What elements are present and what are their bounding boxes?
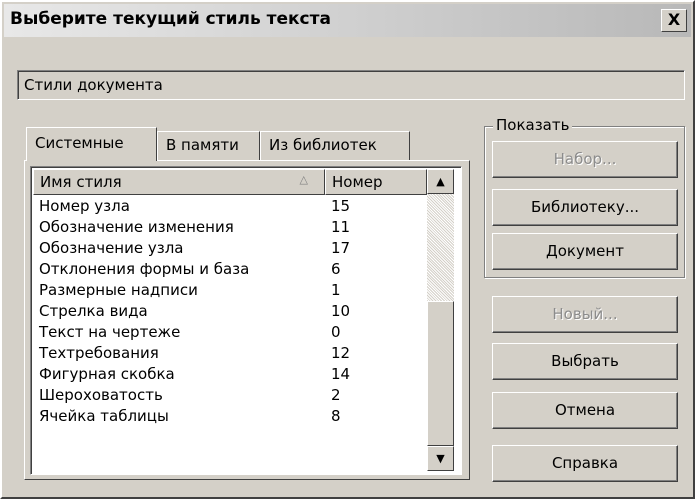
styles-list[interactable]: Имя стиля △ Номер Номер узла 15 Обозначе… <box>30 166 462 475</box>
show-group-legend: Показать <box>493 116 573 134</box>
column-header-style-name-label: Имя стиля <box>40 173 122 191</box>
style-name: Размерные надписи <box>39 281 198 299</box>
set-button[interactable]: Набор... <box>492 141 678 178</box>
select-button[interactable]: Выбрать <box>492 343 678 380</box>
tab-system[interactable]: Системные <box>26 127 157 161</box>
style-number: 0 <box>331 323 341 341</box>
list-item[interactable]: Отклонения формы и база 6 <box>33 260 428 281</box>
style-name: Стрелка вида <box>39 302 148 320</box>
tab-in-memory[interactable]: В памяти <box>157 131 260 160</box>
style-name: Фигурная скобка <box>39 365 175 383</box>
cancel-button[interactable]: Отмена <box>492 392 678 429</box>
dialog-title: Выберите текущий стиль текста <box>10 9 331 29</box>
style-number: 12 <box>331 344 351 362</box>
help-button[interactable]: Справка <box>492 445 678 482</box>
list-item[interactable]: Стрелка вида 10 <box>33 302 428 323</box>
list-item[interactable]: Ячейка таблицы 8 <box>33 407 428 428</box>
list-item[interactable]: Фигурная скобка 14 <box>33 365 428 386</box>
library-button[interactable]: Библиотеку... <box>492 189 678 226</box>
style-name: Обозначение узла <box>39 239 184 257</box>
tab-from-libraries[interactable]: Из библиотек <box>260 131 410 160</box>
style-number: 11 <box>331 218 351 236</box>
style-name: Номер узла <box>39 197 130 215</box>
style-number: 6 <box>331 260 341 278</box>
sort-ascending-icon: △ <box>299 173 308 186</box>
style-name: Обозначение изменения <box>39 218 234 236</box>
list-item[interactable]: Обозначение изменения 11 <box>33 218 428 239</box>
list-rows: Номер узла 15 Обозначение изменения 11 О… <box>33 197 428 428</box>
scrollbar-thumb[interactable] <box>427 301 454 446</box>
column-header-style-name[interactable]: Имя стиля △ <box>33 169 325 195</box>
scroll-up-arrow-icon[interactable]: ▲ <box>427 169 454 194</box>
style-source-field: Стили документа <box>17 70 685 100</box>
list-item[interactable]: Размерные надписи 1 <box>33 281 428 302</box>
document-button[interactable]: Документ <box>492 233 678 270</box>
list-item[interactable]: Техтребования 12 <box>33 344 428 365</box>
style-number: 10 <box>331 302 351 320</box>
style-name: Ячейка таблицы <box>39 407 169 425</box>
style-name: Отклонения формы и база <box>39 260 250 278</box>
style-name: Техтребования <box>39 344 159 362</box>
list-item[interactable]: Номер узла 15 <box>33 197 428 218</box>
style-number: 15 <box>331 197 351 215</box>
style-number: 8 <box>331 407 341 425</box>
style-number: 2 <box>331 386 341 404</box>
style-number: 1 <box>331 281 341 299</box>
list-item[interactable]: Шероховатость 2 <box>33 386 428 407</box>
close-button[interactable]: X <box>661 9 687 32</box>
vertical-scrollbar[interactable]: ▲ ▼ <box>427 169 454 471</box>
new-button[interactable]: Новый... <box>492 296 678 333</box>
title-bar[interactable]: Выберите текущий стиль текста X <box>4 4 691 37</box>
style-name: Текст на чертеже <box>39 323 181 341</box>
list-item[interactable]: Текст на чертеже 0 <box>33 323 428 344</box>
scroll-down-arrow-icon[interactable]: ▼ <box>427 446 454 471</box>
style-number: 17 <box>331 239 351 257</box>
style-name: Шероховатость <box>39 386 163 404</box>
list-item[interactable]: Обозначение узла 17 <box>33 239 428 260</box>
column-header-number[interactable]: Номер <box>325 169 427 195</box>
style-number: 14 <box>331 365 351 383</box>
